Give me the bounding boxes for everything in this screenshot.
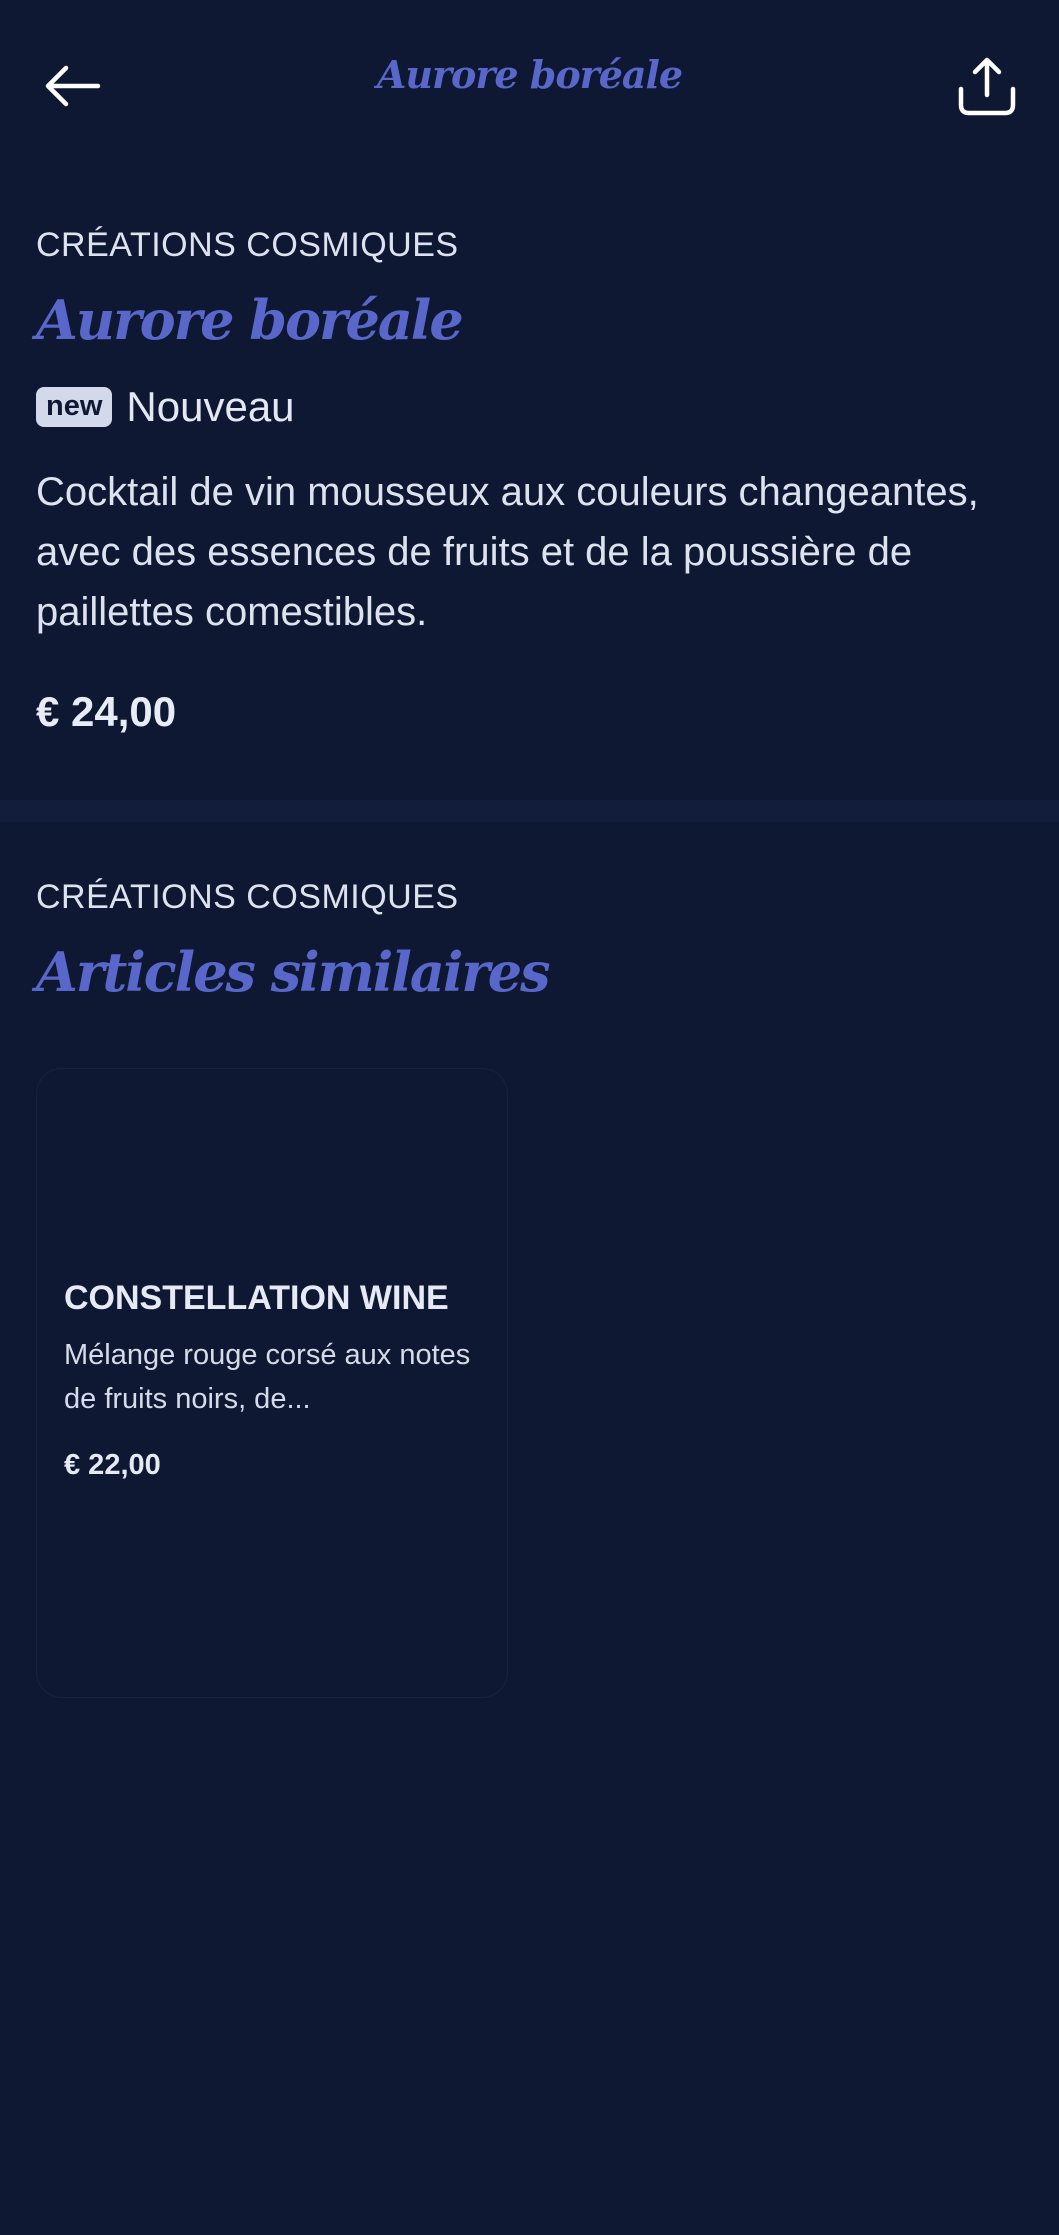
similar-category: CRÉATIONS COSMIQUES — [36, 878, 459, 916]
product-price: € 24,00 — [36, 688, 177, 735]
header-title: Aurore boréale — [376, 52, 683, 97]
similar-title: Articles similaires — [36, 940, 551, 1004]
similar-item-card[interactable]: CONSTELLATION WINE Mélange rouge corsé a… — [36, 1068, 508, 1698]
product-info: CRÉATIONS COSMIQUES Aurore boréale new N… — [0, 170, 1059, 800]
similar-items-section: CRÉATIONS COSMIQUES Articles similaires … — [0, 822, 1059, 1722]
new-badge: new — [36, 387, 113, 427]
product-name: Aurore boréale — [36, 288, 464, 352]
section-divider — [0, 800, 1059, 822]
similar-item-price: € 22,00 — [64, 1449, 161, 1481]
top-bar: Aurore boréale — [0, 0, 1059, 170]
product-detail-page: Aurore boréale CRÉATIONS COSMIQUES Auror… — [0, 0, 1059, 2235]
new-badge-label: Nouveau — [126, 383, 295, 430]
new-badge-row: new Nouveau — [36, 382, 295, 432]
share-button[interactable] — [945, 44, 1029, 128]
share-icon — [958, 57, 1016, 116]
product-description: Cocktail de vin mousseux aux couleurs ch… — [36, 470, 979, 634]
product-category: CRÉATIONS COSMIQUES — [36, 226, 459, 264]
similar-item-name: CONSTELLATION WINE — [64, 1279, 449, 1317]
similar-item-description: Mélange rouge corsé aux notes de fruits … — [64, 1339, 471, 1415]
